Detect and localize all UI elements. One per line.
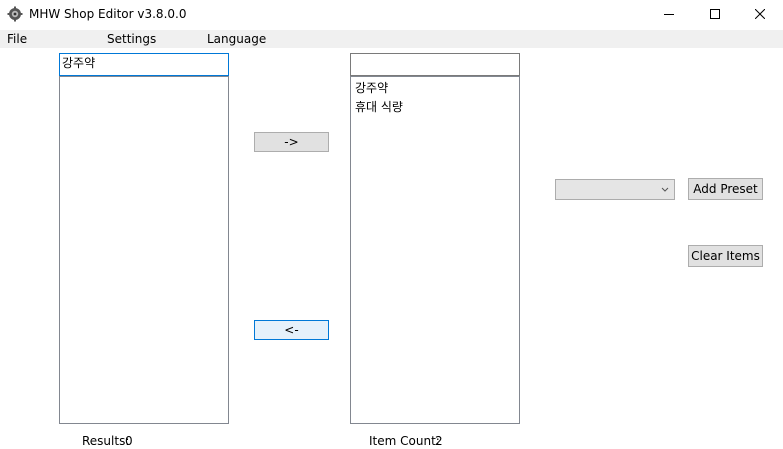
search-results-list[interactable] [59, 76, 229, 424]
title-bar: MHW Shop Editor v3.8.0.0 [0, 0, 783, 28]
item-count-label: Item Count: [369, 434, 440, 448]
item-count-value: 2 [435, 434, 443, 448]
minimize-icon [664, 14, 674, 15]
remove-from-shop-button[interactable]: <- [254, 320, 329, 340]
close-button[interactable] [737, 0, 783, 28]
shop-items-list[interactable]: 강주약 휴대 식량 [350, 76, 520, 424]
clear-items-button[interactable]: Clear Items [688, 245, 763, 267]
minimize-button[interactable] [646, 0, 692, 28]
shop-filter-input[interactable] [350, 53, 520, 76]
close-icon [755, 9, 765, 19]
menu-file[interactable]: File [7, 31, 27, 47]
menu-bar: File Settings Language [0, 30, 783, 48]
chevron-down-icon [661, 187, 669, 192]
add-preset-button[interactable]: Add Preset [688, 178, 763, 200]
list-item[interactable]: 강주약 [355, 79, 515, 98]
search-input[interactable]: 강주약 [59, 53, 229, 76]
app-gear-icon[interactable] [7, 6, 23, 22]
results-label: Results: [82, 434, 130, 448]
add-to-shop-button[interactable]: -> [254, 132, 329, 152]
window-title: MHW Shop Editor v3.8.0.0 [29, 7, 187, 21]
preset-dropdown[interactable] [555, 179, 675, 200]
menu-language[interactable]: Language [207, 31, 266, 47]
results-count: 0 [125, 434, 133, 448]
list-item[interactable]: 휴대 식량 [355, 98, 515, 117]
maximize-button[interactable] [692, 0, 738, 28]
maximize-icon [710, 9, 720, 19]
menu-settings[interactable]: Settings [107, 31, 156, 47]
